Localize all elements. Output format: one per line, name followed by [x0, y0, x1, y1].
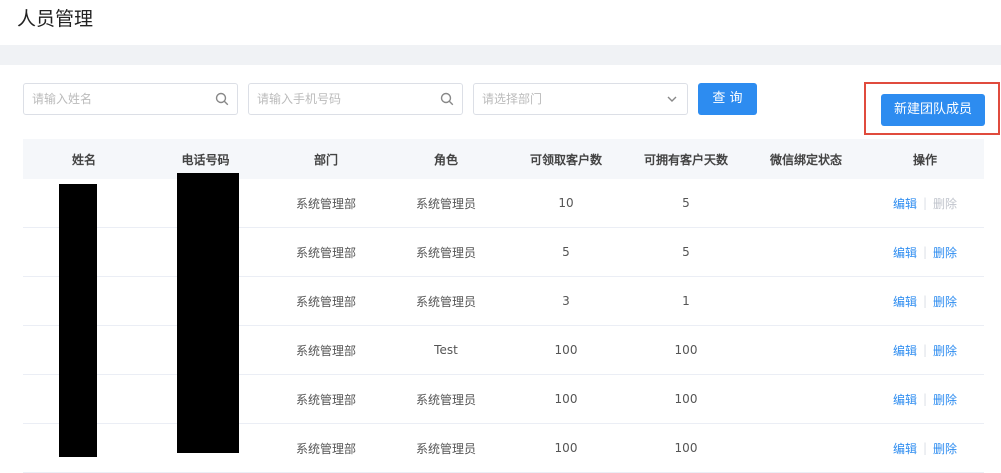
header-separator — [0, 45, 1001, 65]
table-row: 周13系统管理部系统管理员105编辑|删除 — [23, 179, 984, 228]
cell-operations: 编辑 | 删除 — [866, 424, 984, 472]
column-header-claimable-customers: 可领取客户数 — [529, 152, 602, 167]
edit-link[interactable]: 编辑 — [893, 391, 917, 408]
table-row: 15系统管理部系统管理员31编辑|删除 — [23, 277, 984, 326]
cell-operations: 编辑 | 删除 — [866, 277, 984, 325]
cell-operations: 编辑 | 删除 — [866, 228, 984, 276]
cell-claimable-customers: 100 — [554, 441, 578, 455]
cell-role: 系统管理员 — [415, 441, 476, 456]
redaction-block-name — [59, 184, 97, 457]
column-header-customer-days: 可拥有客户天数 — [643, 152, 728, 167]
delete-link[interactable]: 删除 — [933, 391, 957, 408]
column-header-department: 部门 — [313, 152, 338, 167]
cell-department: 系统管理部 — [295, 294, 356, 309]
page-title: 人员管理 — [17, 8, 94, 30]
cell-role: 系统管理员 — [415, 196, 476, 211]
cell-role: 系统管理员 — [415, 392, 476, 407]
cell-department: 系统管理部 — [295, 343, 356, 358]
department-select-placeholder: 请选择部门 — [482, 92, 543, 106]
members-table: 姓名 电话号码 部门 角色 可领取客户数 可拥有客户天数 微信绑定状态 操作 周… — [23, 139, 984, 473]
delete-link[interactable]: 删除 — [933, 293, 957, 310]
operation-divider: | — [922, 343, 928, 357]
add-member-button[interactable]: 新建团队成员 — [881, 94, 985, 126]
cell-customer-days: 100 — [674, 392, 698, 406]
phone-search-placeholder: 请输入手机号码 — [257, 92, 342, 106]
cell-role: 系统管理员 — [415, 245, 476, 260]
redaction-block-phone — [177, 173, 239, 453]
edit-link[interactable]: 编辑 — [893, 342, 917, 359]
table-header: 姓名 电话号码 部门 角色 可领取客户数 可拥有客户天数 微信绑定状态 操作 — [23, 139, 984, 179]
table-row: 江15系统管理部系统管理员100100编辑|删除 — [23, 375, 984, 424]
delete-link: 删除 — [933, 196, 958, 211]
cell-wechat-status — [746, 326, 866, 374]
table-row: 13系统管理部系统管理员55编辑|删除 — [23, 228, 984, 277]
search-icon[interactable] — [215, 92, 229, 106]
query-button[interactable]: 查 询 — [698, 83, 757, 115]
operation-divider: | — [922, 245, 928, 259]
edit-link[interactable]: 编辑 — [893, 195, 917, 212]
cell-customer-days: 100 — [674, 441, 698, 455]
edit-link[interactable]: 编辑 — [893, 440, 917, 457]
cell-operations: 编辑 | 删除 — [866, 179, 984, 227]
column-header-name: 姓名 — [71, 152, 96, 167]
cell-wechat-status — [746, 179, 866, 227]
edit-link[interactable]: 编辑 — [893, 293, 917, 310]
table-row: 16系统管理部Test100100编辑|删除 — [23, 326, 984, 375]
edit-link[interactable]: 编辑 — [893, 244, 917, 261]
operation-divider: | — [922, 441, 928, 455]
cell-customer-days: 5 — [682, 196, 690, 210]
table-row: 周15系统管理部系统管理员100100编辑|删除 — [23, 424, 984, 473]
cell-department: 系统管理部 — [295, 441, 356, 456]
cell-wechat-status — [746, 375, 866, 423]
column-header-role: 角色 — [433, 152, 458, 167]
operation-divider: | — [922, 294, 928, 308]
column-header-wechat-status: 微信绑定状态 — [769, 152, 842, 167]
cell-customer-days: 100 — [674, 343, 698, 357]
cell-claimable-customers: 100 — [554, 392, 578, 406]
cell-customer-days: 1 — [682, 294, 690, 308]
cell-customer-days: 5 — [682, 245, 690, 259]
phone-search-input[interactable]: 请输入手机号码 — [248, 83, 463, 115]
name-search-input[interactable]: 请输入姓名 — [23, 83, 238, 115]
cell-department: 系统管理部 — [295, 245, 356, 260]
delete-link[interactable]: 删除 — [933, 244, 957, 261]
column-header-operations: 操作 — [912, 152, 937, 167]
department-select[interactable]: 请选择部门 — [473, 83, 688, 115]
cell-claimable-customers: 3 — [562, 294, 570, 308]
cell-claimable-customers: 100 — [554, 343, 578, 357]
cell-claimable-customers: 5 — [562, 245, 570, 259]
cell-department: 系统管理部 — [295, 392, 356, 407]
delete-link[interactable]: 删除 — [933, 440, 957, 457]
cell-role: 系统管理员 — [415, 294, 476, 309]
name-search-placeholder: 请输入姓名 — [32, 92, 93, 106]
cell-wechat-status — [746, 277, 866, 325]
table-body: 周13系统管理部系统管理员105编辑|删除13系统管理部系统管理员55编辑|删除… — [23, 179, 984, 473]
search-icon[interactable] — [440, 92, 454, 106]
operation-divider: | — [922, 196, 928, 210]
cell-department: 系统管理部 — [295, 196, 356, 211]
cell-operations: 编辑 | 删除 — [866, 375, 984, 423]
delete-link[interactable]: 删除 — [933, 342, 957, 359]
chevron-down-icon — [667, 96, 677, 102]
cell-operations: 编辑 | 删除 — [866, 326, 984, 374]
cell-claimable-customers: 10 — [558, 196, 574, 210]
operation-divider: | — [922, 392, 928, 406]
cell-wechat-status — [746, 424, 866, 472]
cell-wechat-status — [746, 228, 866, 276]
cell-role: Test — [434, 343, 458, 357]
